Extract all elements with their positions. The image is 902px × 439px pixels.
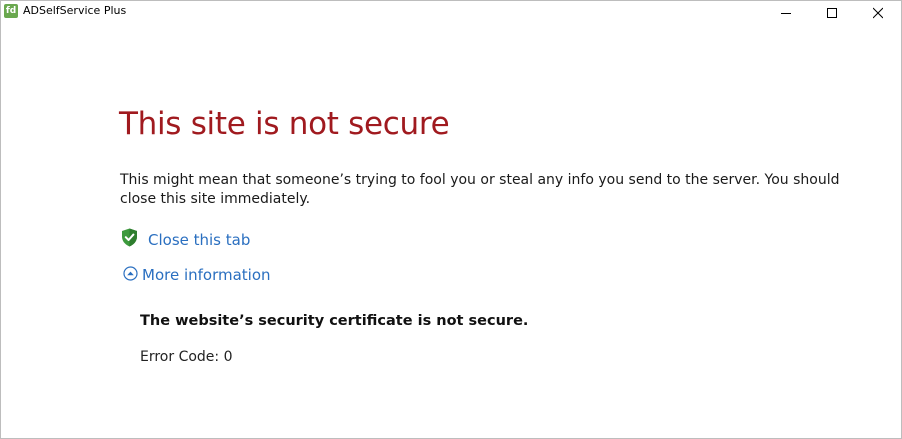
maximize-icon [827,8,837,18]
minimize-button[interactable] [763,1,809,25]
close-tab-link[interactable]: Close this tab [148,231,250,249]
error-code: Error Code: 0 [140,349,233,365]
shield-check-icon[interactable] [121,228,138,247]
close-icon [873,7,883,19]
app-icon: fd [4,4,18,18]
page-title: This site is not secure [119,106,450,142]
certificate-error-message: The website’s security certificate is no… [140,313,529,329]
warning-description: This might mean that someone’s trying to… [120,172,840,207]
chevron-up-circle-icon[interactable] [123,266,138,281]
maximize-button[interactable] [809,1,855,25]
more-information-toggle[interactable]: More information [142,266,271,284]
browser-window: fd ADSelfService Plus This site is not s… [0,0,902,439]
window-title: ADSelfService Plus [23,4,127,17]
title-bar[interactable]: fd ADSelfService Plus [1,1,901,25]
minimize-icon [781,13,791,14]
close-window-button[interactable] [855,1,901,25]
